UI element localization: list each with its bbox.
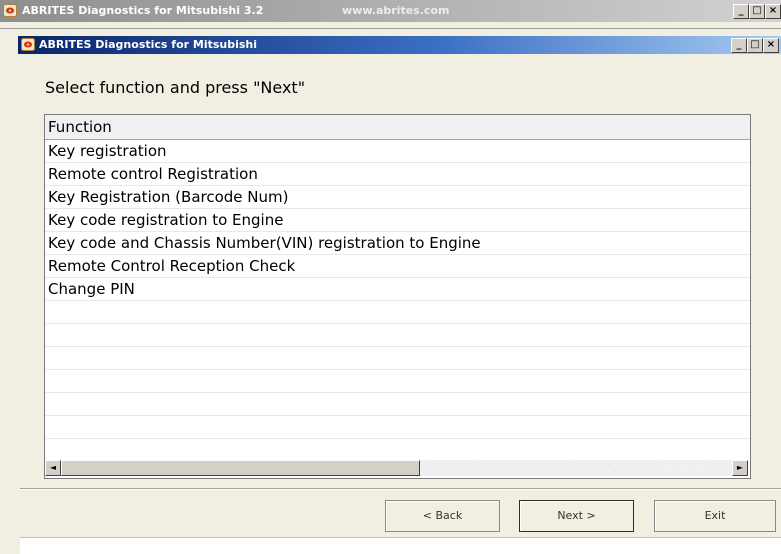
instruction-text: Select function and press "Next" [45, 78, 306, 97]
inner-close-button[interactable]: × [763, 38, 779, 53]
outer-maximize-button[interactable]: □ [749, 4, 765, 19]
column-header-function[interactable]: Function [45, 115, 750, 140]
outer-title-bar: ABRITES Diagnostics for Mitsubishi 3.2 w… [0, 0, 781, 22]
inner-minimize-button[interactable]: _ [731, 38, 747, 53]
scrollbar-thumb[interactable] [61, 460, 420, 476]
outer-window-url: www.abrites.com [342, 4, 450, 17]
empty-row [45, 393, 750, 416]
outer-window-title: ABRITES Diagnostics for Mitsubishi 3.2 [22, 4, 264, 17]
function-list[interactable]: Function Key registration Remote control… [44, 114, 751, 479]
scroll-right-arrow-icon[interactable]: ► [732, 460, 748, 476]
empty-row [45, 347, 750, 370]
frame-divider [0, 28, 781, 29]
empty-row [45, 324, 750, 347]
horizontal-scrollbar[interactable]: ◄ ► [45, 460, 748, 476]
list-item[interactable]: Key code registration to Engine [45, 209, 750, 232]
status-bar [20, 537, 781, 554]
list-item[interactable]: Change PIN [45, 278, 750, 301]
inner-app-logo-icon [21, 38, 35, 54]
list-item[interactable]: Key code and Chassis Number(VIN) registr… [45, 232, 750, 255]
inner-window-title: ABRITES Diagnostics for Mitsubishi [39, 38, 258, 51]
inner-title-bar: ABRITES Diagnostics for Mitsubishi _ □ × [18, 36, 781, 54]
app-logo-icon [3, 4, 17, 20]
outer-window-controls: _ □ × [733, 4, 781, 19]
empty-row [45, 301, 750, 324]
back-button[interactable]: < Back [385, 500, 500, 532]
scroll-left-arrow-icon[interactable]: ◄ [45, 460, 61, 476]
inner-maximize-button[interactable]: □ [747, 38, 763, 53]
list-item[interactable]: Key registration [45, 140, 750, 163]
empty-row [45, 416, 750, 439]
exit-button[interactable]: Exit [654, 500, 776, 532]
button-separator [20, 488, 781, 490]
list-item[interactable]: Key Registration (Barcode Num) [45, 186, 750, 209]
list-item[interactable]: Remote Control Reception Check [45, 255, 750, 278]
outer-minimize-button[interactable]: _ [733, 4, 749, 19]
list-item[interactable]: Remote control Registration [45, 163, 750, 186]
next-button[interactable]: Next > [519, 500, 634, 532]
inner-window-controls: _ □ × [731, 38, 779, 53]
empty-row [45, 370, 750, 393]
outer-close-button[interactable]: × [765, 4, 781, 19]
